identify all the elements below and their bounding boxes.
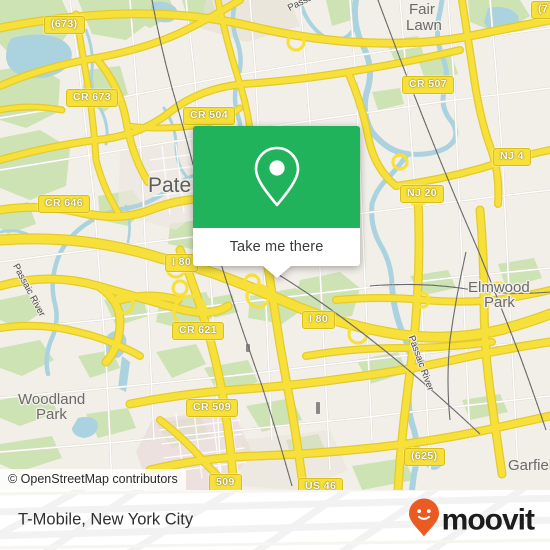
map-popup[interactable]: Take me there (193, 126, 360, 278)
popup-icon-area (193, 126, 360, 228)
footer-bar: T-Mobile, New York City moovit (0, 490, 550, 550)
moovit-logo[interactable]: moovit (408, 498, 535, 543)
road-shield-top-right-cut: (7 (531, 1, 550, 19)
road-shield-cr-504: CR 504 (183, 107, 236, 125)
road-shield-cr-621: CR 621 (172, 322, 225, 340)
place-label-fair-lawn-1: Fair (409, 1, 435, 18)
moovit-pin-icon (408, 498, 440, 543)
road-shield-nj-20: NJ 20 (400, 185, 445, 203)
map-viewport[interactable]: .w{fill:#aad3df} .wl{stroke:#aad3df;fill… (0, 0, 550, 490)
road-shield-cr-673: CR 673 (66, 89, 119, 107)
road-shield-509-bottom: 509 (209, 474, 242, 490)
map-attribution[interactable]: © OpenStreetMap contributors (0, 469, 186, 490)
place-label-woodland-park-2: Park (36, 406, 67, 423)
page-title: T-Mobile, New York City (18, 510, 194, 529)
road-shield-cr-646: CR 646 (38, 195, 91, 213)
road-shield-cr-509: CR 509 (186, 399, 239, 417)
road-shield-us-46: US 46 (298, 478, 344, 490)
place-label-garfield: Garfiel (508, 457, 550, 474)
moovit-wordmark: moovit (441, 503, 535, 536)
road-shield-625: (625) (404, 448, 445, 466)
map-pin-icon (250, 144, 304, 210)
place-label-paterson: Pate (148, 174, 192, 197)
road-shield-nj-4: NJ 4 (493, 148, 531, 166)
take-me-there-button[interactable]: Take me there (193, 228, 360, 266)
road-shield-i80-east: I 80 (302, 311, 336, 329)
road-shield-673: (673) (44, 16, 85, 34)
road-shield-cr-507: CR 507 (402, 76, 455, 94)
place-label-elmwood-park-2: Park (484, 294, 515, 311)
place-label-fair-lawn-2: Lawn (406, 17, 442, 34)
popup-pointer (263, 266, 291, 278)
take-me-there-label: Take me there (229, 239, 324, 255)
screenshot-root: .w{fill:#aad3df} .wl{stroke:#aad3df;fill… (0, 0, 550, 550)
